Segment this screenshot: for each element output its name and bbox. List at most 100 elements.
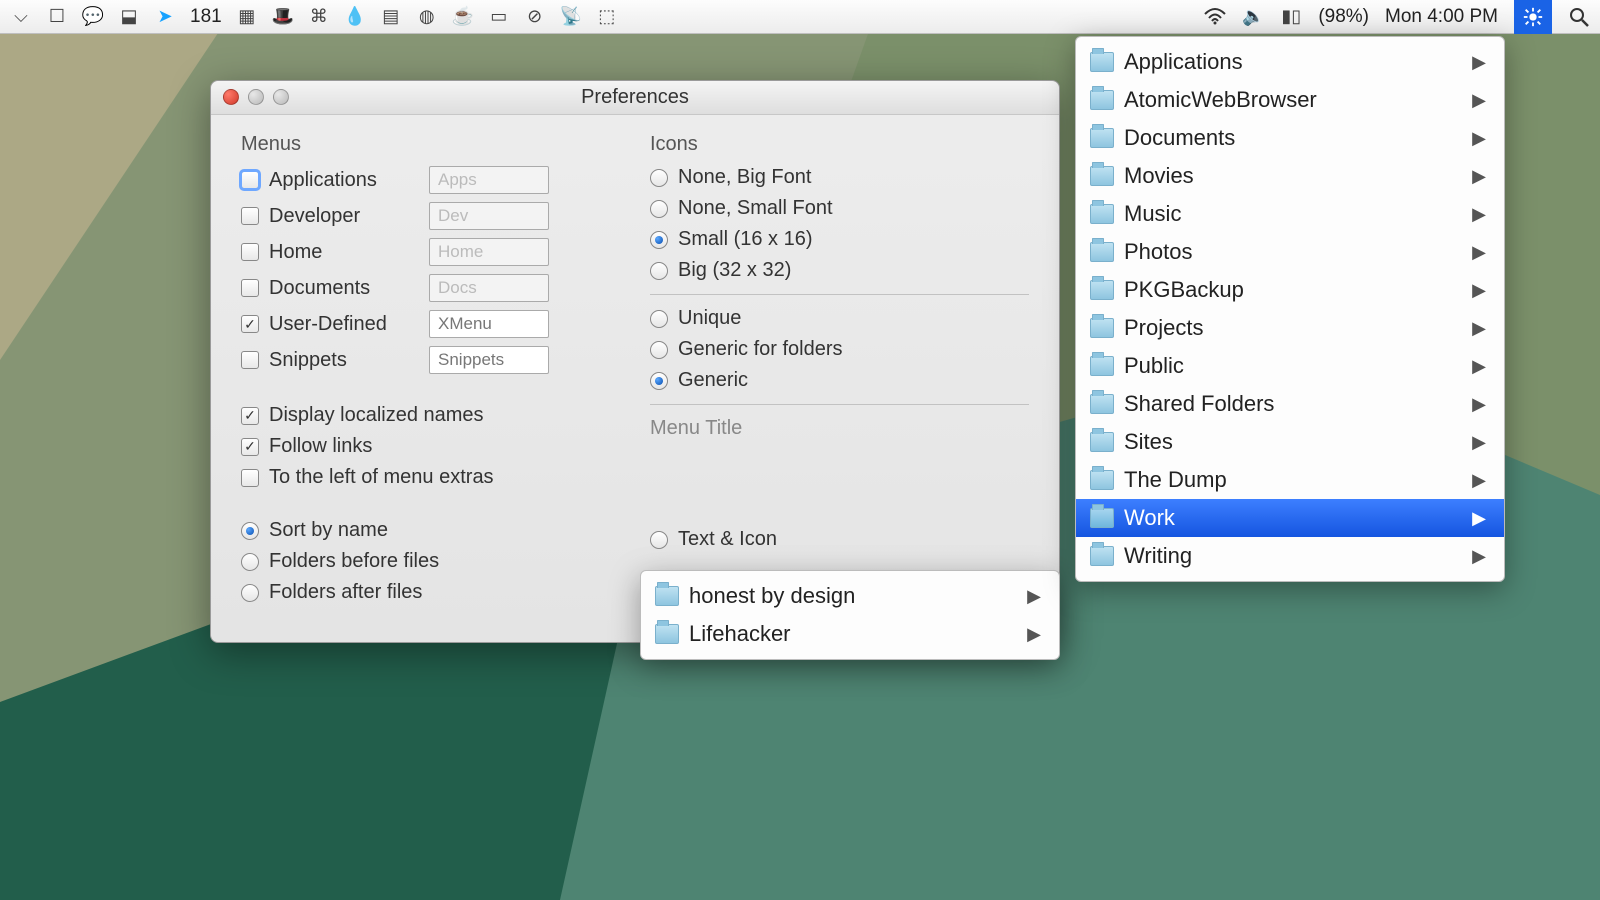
cursor-icon[interactable]: ➤	[154, 6, 176, 28]
icon-size-label-0: None, Big Font	[678, 166, 811, 189]
pointer-icon[interactable]: ⬚	[596, 6, 618, 28]
menu-checkbox-4[interactable]	[241, 315, 259, 333]
mainmenu-item-projects[interactable]: Projects▶	[1076, 309, 1504, 347]
menu-checkbox-1[interactable]	[241, 207, 259, 225]
chevron-right-icon: ▶	[1442, 242, 1486, 263]
folder-icon	[1090, 546, 1114, 566]
icon-size-label-2: Small (16 x 16)	[678, 228, 813, 251]
icon-kind-label-0: Unique	[678, 307, 741, 330]
mainmenu-item-shared-folders[interactable]: Shared Folders▶	[1076, 385, 1504, 423]
sort-label-1: Folders before files	[269, 550, 439, 573]
menu-checkbox-0[interactable]	[241, 171, 259, 189]
titlebar[interactable]: Preferences	[211, 81, 1059, 115]
chevron-right-icon: ▶	[997, 624, 1041, 645]
menu-checkbox-2[interactable]	[241, 243, 259, 261]
wifi-icon[interactable]	[1204, 6, 1226, 28]
battery-percent: (98%)	[1318, 6, 1369, 28]
chat-icon[interactable]: 💬	[82, 6, 104, 28]
mainmenu-item-writing[interactable]: Writing▶	[1076, 537, 1504, 575]
menu-label-5: Snippets	[269, 349, 419, 372]
mainmenu-item-pkgbackup[interactable]: PKGBackup▶	[1076, 271, 1504, 309]
menu-title-radio-0[interactable]	[650, 531, 668, 549]
clock[interactable]: Mon 4:00 PM	[1385, 6, 1498, 28]
menu-item-label: Lifehacker	[689, 621, 791, 647]
left-of-extras-checkbox[interactable]	[241, 469, 259, 487]
mainmenu-item-atomicwebbrowser[interactable]: AtomicWebBrowser▶	[1076, 81, 1504, 119]
icon-size-radio-0[interactable]	[650, 169, 668, 187]
chevron-right-icon: ▶	[1442, 166, 1486, 187]
mainmenu-item-movies[interactable]: Movies▶	[1076, 157, 1504, 195]
xmenu-menubar-icon[interactable]	[1514, 0, 1552, 34]
menu-field-4[interactable]	[429, 310, 549, 338]
icon-size-radio-1[interactable]	[650, 200, 668, 218]
menu-field-5[interactable]	[429, 346, 549, 374]
mainmenu-item-music[interactable]: Music▶	[1076, 195, 1504, 233]
sort-label-2: Folders after files	[269, 581, 422, 604]
phone-icon[interactable]: ☐	[46, 6, 68, 28]
menu-label-0: Applications	[269, 169, 419, 192]
submenu-item-honest-by-design[interactable]: honest by design▶	[641, 577, 1059, 615]
battery-icon[interactable]: ▮▯	[1280, 6, 1302, 28]
display-icon[interactable]: ▭	[488, 6, 510, 28]
follow-links-checkbox[interactable]	[241, 438, 259, 456]
antenna-icon[interactable]: 📡	[560, 6, 582, 28]
icon-kind-radio-1[interactable]	[650, 341, 668, 359]
hat-icon[interactable]: 🎩	[272, 6, 294, 28]
chevron-right-icon: ▶	[1442, 356, 1486, 377]
menu-item-label: Applications	[1124, 49, 1243, 75]
menus-section: Menus ApplicationsDeveloperHomeDocuments…	[241, 133, 620, 612]
submenu-item-lifehacker[interactable]: Lifehacker ▶	[641, 615, 1059, 653]
close-button[interactable]	[223, 89, 239, 105]
display-localized-label: Display localized names	[269, 404, 484, 427]
mainmenu-item-sites[interactable]: Sites▶	[1076, 423, 1504, 461]
icon-kind-label-2: Generic	[678, 369, 748, 392]
globe-icon[interactable]: ◍	[416, 6, 438, 28]
disc-icon[interactable]: ⊘	[524, 6, 546, 28]
mainmenu-item-photos[interactable]: Photos▶	[1076, 233, 1504, 271]
icon-size-radio-3[interactable]	[650, 262, 668, 280]
folder-icon	[1090, 204, 1114, 224]
chevron-right-icon: ▶	[997, 586, 1041, 607]
menubar: ⌵ ☐ 💬 ⬓ ➤ 181 ▦ 🎩 ⌘ 💧 ▤ ◍ ☕ ▭ ⊘ 📡 ⬚ 🔈 ▮▯…	[0, 0, 1600, 34]
mainmenu-item-applications[interactable]: Applications▶	[1076, 43, 1504, 81]
menu-checkbox-3[interactable]	[241, 279, 259, 297]
mainmenu-item-documents[interactable]: Documents▶	[1076, 119, 1504, 157]
minimize-button[interactable]	[248, 89, 264, 105]
icon-kind-radio-0[interactable]	[650, 310, 668, 328]
menu-item-label: Documents	[1124, 125, 1235, 151]
zoom-button[interactable]	[273, 89, 289, 105]
sort-radio-0[interactable]	[241, 522, 259, 540]
camera-icon[interactable]: ⌵	[10, 6, 32, 28]
icon-kind-radio-2[interactable]	[650, 372, 668, 390]
folder-icon	[655, 624, 679, 644]
menu-title-label-0: Text & Icon	[678, 528, 777, 551]
icon-kind-label-1: Generic for folders	[678, 338, 843, 361]
dropbox-icon[interactable]: ⬓	[118, 6, 140, 28]
menu-field-0[interactable]	[429, 166, 549, 194]
display-localized-checkbox[interactable]	[241, 407, 259, 425]
menu-field-2[interactable]	[429, 238, 549, 266]
menu-checkbox-5[interactable]	[241, 351, 259, 369]
cup-icon[interactable]: ☕	[452, 6, 474, 28]
folder-icon	[1090, 280, 1114, 300]
menu-field-1[interactable]	[429, 202, 549, 230]
menu-field-3[interactable]	[429, 274, 549, 302]
spotlight-search-icon[interactable]	[1568, 6, 1590, 28]
folder-icon	[1090, 508, 1114, 528]
folder-icon	[1090, 242, 1114, 262]
note-icon[interactable]: ▤	[380, 6, 402, 28]
notification-count[interactable]: 181	[190, 6, 222, 28]
mainmenu-item-the-dump[interactable]: The Dump▶	[1076, 461, 1504, 499]
command-icon[interactable]: ⌘	[308, 6, 330, 28]
sort-radio-1[interactable]	[241, 553, 259, 571]
mainmenu-item-public[interactable]: Public▶	[1076, 347, 1504, 385]
volume-icon[interactable]: 🔈	[1242, 6, 1264, 28]
grid-icon[interactable]: ▦	[236, 6, 258, 28]
mainmenu-item-work[interactable]: Work▶	[1076, 499, 1504, 537]
drop-icon[interactable]: 💧	[344, 6, 366, 28]
chevron-right-icon: ▶	[1442, 204, 1486, 225]
menu-title-header: Menu Title	[650, 417, 1029, 440]
sort-radio-2[interactable]	[241, 584, 259, 602]
menu-item-label: Writing	[1124, 543, 1192, 569]
icon-size-radio-2[interactable]	[650, 231, 668, 249]
